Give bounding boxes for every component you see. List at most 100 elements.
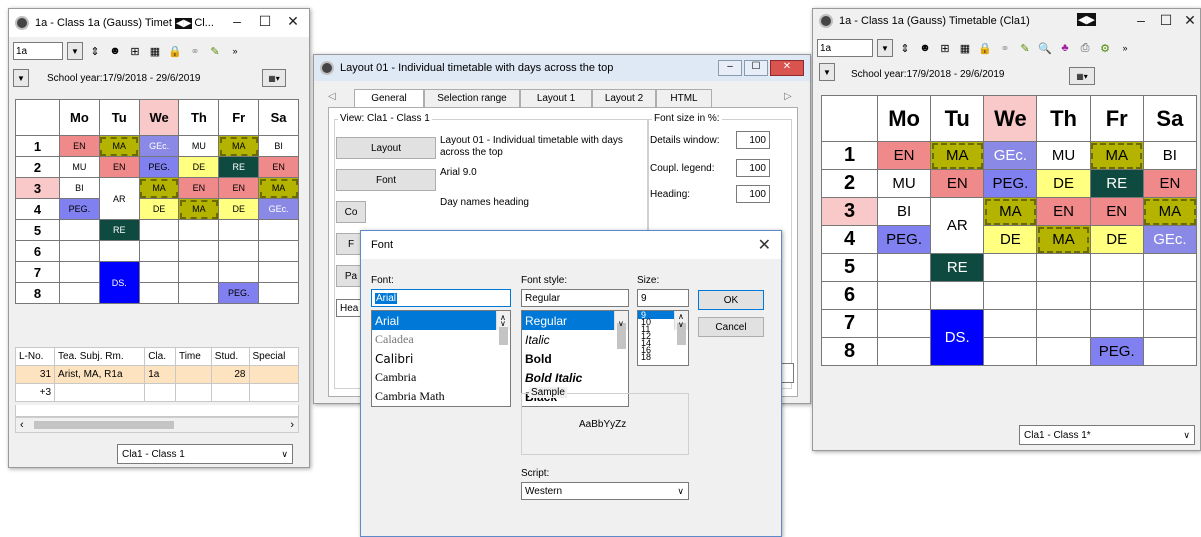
heading-input[interactable]: 100 (736, 185, 770, 203)
empty-cell[interactable] (258, 261, 299, 283)
lesson-cell[interactable]: MA (98, 135, 140, 157)
font-list[interactable]: Arial Caladea Calibri Cambria Cambria Ma… (371, 310, 511, 407)
edit-icon[interactable]: ✎ (1017, 40, 1033, 56)
lesson-cell[interactable]: DS. (930, 309, 985, 366)
lesson-cell[interactable]: MA (138, 177, 180, 199)
scroll-left-icon[interactable]: ‹ (20, 419, 24, 431)
lesson-cell[interactable]: EN (178, 177, 220, 199)
lesson-cell[interactable]: BI (258, 135, 299, 157)
lesson-cell[interactable]: PEG. (1089, 337, 1144, 366)
lesson-cell[interactable]: EN (59, 135, 100, 157)
empty-cell[interactable] (178, 261, 220, 283)
lesson-cell[interactable]: MU (1036, 141, 1091, 170)
chevron-down-icon[interactable]: ∨ (500, 319, 506, 328)
empty-cell[interactable] (876, 337, 932, 366)
lesson-cell[interactable]: PEG. (983, 169, 1038, 198)
list-item[interactable]: 18 (638, 353, 688, 362)
lesson-cell[interactable]: DE (983, 225, 1038, 254)
coupl-legend-input[interactable]: 100 (736, 159, 770, 177)
lesson-cell[interactable]: MU (59, 156, 100, 178)
empty-cell[interactable] (59, 219, 100, 241)
settings-icon[interactable]: ⚙ (1097, 40, 1113, 56)
empty-cell[interactable] (1089, 309, 1144, 338)
lesson-cell[interactable]: GEc. (1142, 225, 1198, 254)
empty-cell[interactable] (258, 240, 299, 262)
close-button[interactable]: ✕ (283, 13, 303, 30)
lesson-cell[interactable]: MA (218, 135, 260, 157)
font-style-input[interactable]: Regular (521, 289, 629, 307)
lesson-cell[interactable]: MU (876, 169, 932, 198)
empty-cell[interactable] (178, 219, 220, 241)
calendar-icon[interactable]: ▦▾ (1069, 67, 1095, 85)
lesson-cell[interactable]: MA (258, 177, 299, 199)
empty-cell[interactable] (218, 261, 260, 283)
size-input[interactable]: 9 (637, 289, 689, 307)
font-style-scrollbar[interactable]: ∨ (614, 311, 628, 349)
empty-cell[interactable] (876, 281, 932, 310)
minimize-button[interactable]: – (1131, 12, 1151, 28)
lesson-cell[interactable]: GEc. (138, 135, 180, 157)
lesson-cell[interactable]: EN (1142, 169, 1198, 198)
lesson-cell[interactable]: EN (930, 169, 985, 198)
left-footer-select[interactable]: Cla1 - Class 1 ∨ (117, 444, 293, 464)
lesson-cell[interactable]: PEG. (876, 225, 932, 254)
lesson-cell[interactable]: EN (1089, 197, 1144, 226)
empty-cell[interactable] (138, 240, 180, 262)
lesson-cell[interactable]: DE (178, 156, 220, 178)
lesson-cell[interactable]: MA (1142, 197, 1198, 226)
teacher-icon[interactable]: ☻ (917, 40, 933, 56)
lesson-cell[interactable]: PEG. (138, 156, 180, 178)
font-button[interactable]: Font (336, 169, 436, 191)
lesson-cell[interactable]: RE (218, 156, 260, 178)
empty-cell[interactable] (1142, 281, 1198, 310)
lock-icon[interactable]: 🔒 (977, 40, 993, 56)
lesson-cell[interactable]: PEG. (59, 198, 100, 220)
lesson-cell[interactable]: DE (218, 198, 260, 220)
empty-cell[interactable] (1089, 253, 1144, 282)
lesson-cell[interactable]: EN (876, 141, 932, 170)
maximize-button[interactable]: ☐ (744, 60, 768, 76)
print-icon[interactable]: ⎙ (1077, 40, 1093, 56)
tab-general[interactable]: General (354, 89, 424, 107)
empty-cell[interactable] (983, 309, 1038, 338)
empty-cell[interactable] (98, 240, 140, 262)
minimize-button[interactable]: – (718, 60, 742, 76)
empty-cell[interactable] (1142, 253, 1198, 282)
table-row[interactable]: 31 Arist, MA, R1a 1a 28 (14, 365, 299, 384)
table-icon[interactable]: ▦ (957, 40, 973, 56)
list-item[interactable]: Calibri (372, 349, 510, 368)
lesson-cell[interactable]: BI (1142, 141, 1198, 170)
size-list-scrollbar[interactable]: ∧ ∨ (674, 311, 688, 345)
empty-cell[interactable] (1036, 309, 1091, 338)
class-combo[interactable]: 1a (13, 42, 63, 60)
empty-cell[interactable] (983, 337, 1038, 366)
list-item[interactable]: Regular (522, 311, 628, 330)
list-item[interactable]: Italic (522, 330, 628, 349)
lesson-cell[interactable]: GEc. (983, 141, 1038, 170)
lesson-cell[interactable]: MA (1036, 225, 1091, 254)
tab-scroll-left-icon[interactable]: ◁ (328, 91, 336, 102)
list-item[interactable]: Caladea (372, 330, 510, 349)
details-window-input[interactable]: 100 (736, 131, 770, 149)
minimize-button[interactable]: – (227, 13, 247, 29)
edit-icon[interactable]: ✎ (207, 43, 223, 59)
lesson-cell[interactable]: MA (178, 198, 220, 220)
grid-icon[interactable]: ⊞ (937, 40, 953, 56)
link-icon[interactable]: ⚭ (187, 43, 203, 59)
lesson-cell[interactable]: RE (1089, 169, 1144, 198)
empty-cell[interactable] (1036, 281, 1091, 310)
close-button[interactable]: ✕ (758, 235, 771, 255)
empty-cell[interactable] (1036, 337, 1091, 366)
empty-cell[interactable] (930, 281, 985, 310)
empty-cell[interactable] (59, 240, 100, 262)
ok-button[interactable]: OK (698, 290, 764, 310)
lesson-cell[interactable]: MA (930, 141, 985, 170)
font-list-scrollbar[interactable]: ∧ ∨ (496, 311, 510, 345)
empty-cell[interactable] (138, 282, 180, 304)
lesson-cell[interactable]: AR (98, 177, 140, 220)
chevron-down-icon[interactable]: ∨ (618, 319, 624, 328)
empty-cell[interactable] (876, 309, 932, 338)
size-list[interactable]: 9 10 11 12 14 16 18 ∧ ∨ (637, 310, 689, 366)
lesson-cell[interactable]: BI (59, 177, 100, 199)
co-button[interactable]: Co (336, 201, 366, 223)
